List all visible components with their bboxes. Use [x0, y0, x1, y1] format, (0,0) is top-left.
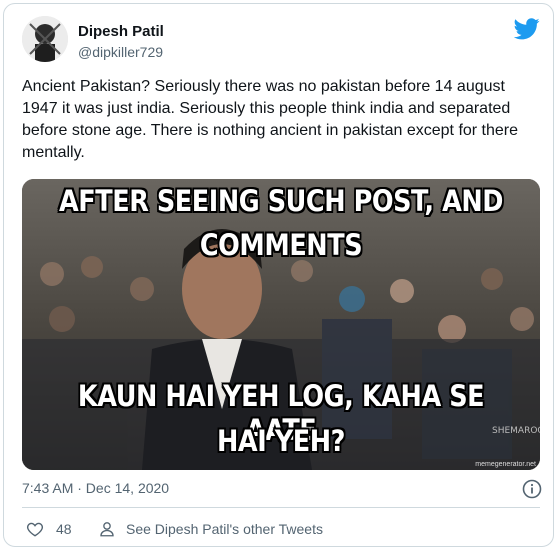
author-handle[interactable]: @dipkiller729	[78, 44, 163, 60]
avatar-icon	[22, 16, 68, 62]
tweet-card: Dipesh Patil @dipkiller729 Ancient Pakis…	[3, 3, 554, 547]
avatar[interactable]	[22, 16, 68, 62]
info-icon[interactable]	[522, 479, 542, 499]
see-other-tweets-link[interactable]: See Dipesh Patil's other Tweets	[126, 521, 323, 537]
heart-icon[interactable]	[26, 520, 44, 538]
twitter-bird-icon[interactable]	[514, 18, 540, 40]
meme-bottom-caption-line2: HAI YEH?	[216, 424, 346, 458]
author-display-name[interactable]: Dipesh Patil	[78, 23, 164, 40]
like-count[interactable]: 48	[56, 521, 72, 537]
tweet-timestamp[interactable]: 7:43 AM · Dec 14, 2020	[22, 480, 169, 496]
person-icon[interactable]	[98, 520, 116, 538]
tweet-media-meme[interactable]: SHEMAROO AFTER SEEING SUCH POST, AND COM…	[22, 179, 540, 470]
meme-watermark: memegenerator.net	[475, 461, 536, 468]
meme-top-caption-line2: COMMENTS	[199, 228, 363, 262]
tweet-text: Ancient Pakistan? Seriously there was no…	[22, 78, 519, 161]
divider	[22, 507, 540, 508]
meme-top-caption-line1: AFTER SEEING SUCH POST, AND	[58, 184, 504, 218]
